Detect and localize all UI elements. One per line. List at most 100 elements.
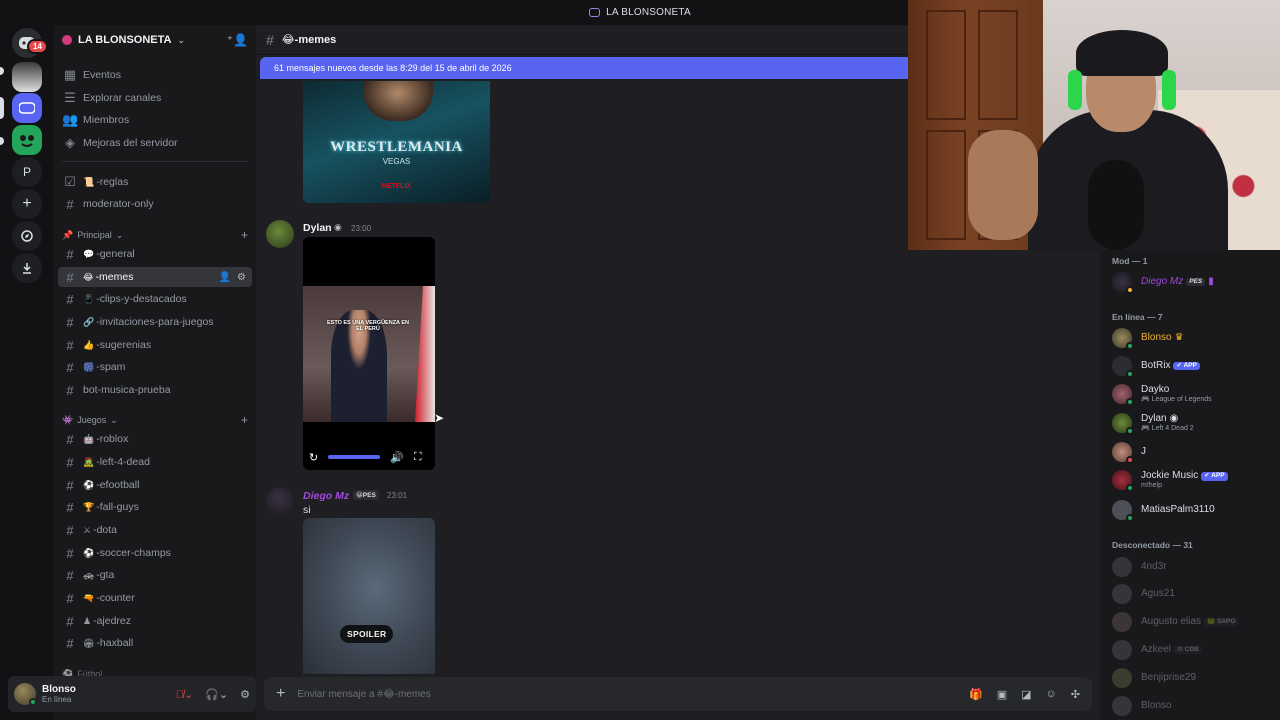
webcam-overlay	[908, 0, 1280, 250]
channel-sugerenias[interactable]: # 👍 -sugerenias	[58, 335, 252, 355]
spoiler-label[interactable]: SPOILER	[340, 625, 394, 643]
member-item[interactable]: 4nd3r	[1112, 554, 1276, 580]
member-item[interactable]: Jockie Music ✔ APP m!help	[1112, 467, 1276, 493]
invite-icon[interactable]: ⁺👤	[227, 33, 248, 47]
gamepad-icon: 👾	[62, 414, 74, 425]
hash-icon: #	[66, 269, 74, 285]
server-rail: 14 P +	[0, 25, 54, 720]
hash-icon: #	[66, 382, 74, 398]
image-logo-sub: VEGAS	[382, 157, 411, 166]
avatar	[1112, 584, 1132, 604]
channel-fall-guys[interactable]: # 🏆 -fall-guys	[58, 497, 252, 517]
member-item[interactable]: J	[1112, 439, 1276, 465]
add-attachment-icon[interactable]: +	[276, 685, 285, 703]
download-icon[interactable]	[12, 253, 42, 283]
channel-general[interactable]: # 💬 -general	[58, 244, 252, 264]
compass-icon	[21, 230, 33, 242]
channel-moderator-only[interactable]: # moderator-only	[58, 194, 252, 214]
image-brand: NETFLIX	[381, 183, 412, 190]
avatar[interactable]	[266, 487, 294, 515]
category-juegos[interactable]: 👾 Juegos ⌄ +	[62, 413, 252, 427]
progress-bar[interactable]	[328, 455, 381, 459]
member-item[interactable]: Blonso	[1112, 693, 1276, 719]
add-channel-icon[interactable]: +	[241, 228, 248, 242]
nav-server-boosts[interactable]: ◈ Mejoras del servidor	[58, 133, 252, 153]
server-icon-p[interactable]: P	[12, 157, 42, 187]
replay-icon[interactable]: ↻	[309, 451, 318, 464]
channel-efootball[interactable]: # ⚽ -efootball	[58, 475, 252, 495]
image-logo: WRESTLEMANIA	[330, 139, 463, 155]
category-principal[interactable]: 📌 Principal ⌄ +	[62, 228, 252, 242]
channel-roblox[interactable]: # 🤖 -roblox	[58, 429, 252, 449]
headphones-icon[interactable]: 🎧⌄	[205, 688, 228, 701]
nav-members[interactable]: 👥 Miembros	[58, 110, 252, 130]
hash-icon: #	[66, 590, 74, 606]
message-author[interactable]: Diego Mz	[303, 490, 349, 502]
server-icon-blonsoneta[interactable]	[12, 93, 42, 123]
nav-events[interactable]: ▦ Eventos	[58, 65, 252, 85]
sticker-icon[interactable]: ◪	[1021, 688, 1031, 701]
member-item[interactable]: Benjiprise29	[1112, 665, 1276, 691]
channel-left-4-dead[interactable]: # 🧟 -left-4-dead	[58, 452, 252, 472]
channel-clips-y-destacados[interactable]: # 📱 -clips-y-destacados	[58, 289, 252, 309]
boost-icon	[62, 35, 72, 45]
avatar[interactable]	[266, 220, 294, 248]
member-item[interactable]: Blonso ♛	[1112, 325, 1276, 351]
headset-shape	[1068, 70, 1082, 110]
member-item[interactable]: Dylan ◉ 🎮 Left 4 Dead 2	[1112, 410, 1276, 436]
member-item[interactable]: Azkeel ⚙ CDB	[1112, 637, 1276, 663]
member-item[interactable]: BotRix ✔ APP	[1112, 353, 1276, 379]
channel-haxball[interactable]: # 🏟 -haxball	[58, 633, 252, 653]
calendar-icon: ▦	[63, 67, 77, 82]
member-item[interactable]: Dayko 🎮 League of Legends	[1112, 381, 1276, 407]
channel-ajedrez[interactable]: # ♟ -ajedrez	[58, 611, 252, 631]
channel-counter[interactable]: # 🔫 -counter	[58, 588, 252, 608]
hash-icon: #	[66, 431, 74, 447]
member-item[interactable]: MatiasPalm3110	[1112, 497, 1276, 523]
channel-reglas[interactable]: ☑ 📜 -reglas	[58, 172, 252, 192]
nav-browse-channels[interactable]: ☰ Explorar canales	[58, 88, 252, 108]
hash-icon: #	[66, 567, 74, 583]
gear-icon[interactable]: ⚙	[240, 688, 250, 701]
add-server-icon[interactable]: +	[12, 189, 42, 219]
add-channel-icon[interactable]: +	[241, 413, 248, 427]
gift-icon[interactable]: 🎁	[969, 688, 983, 701]
avatar[interactable]	[14, 683, 37, 706]
new-messages-banner[interactable]: 61 mensajes nuevos desde las 8:29 del 15…	[260, 57, 912, 79]
message-author[interactable]: Dylan	[303, 222, 332, 234]
invite-icon[interactable]: 👤	[219, 272, 231, 283]
server-name: LA BLONSONETA	[78, 34, 172, 46]
member-item[interactable]: Augusto elias 🐸 SAPO	[1112, 609, 1276, 635]
avatar	[1112, 470, 1134, 492]
member-item[interactable]: Agus21	[1112, 581, 1276, 607]
member-item[interactable]: Diego Mz PES ▮	[1112, 269, 1276, 295]
mic-muted-icon[interactable]: 🎙̸⌄	[176, 688, 193, 701]
channel-dota[interactable]: # ⚔ -dota	[58, 520, 252, 540]
spoiler-attachment[interactable]: SPOILER	[303, 518, 435, 674]
message-composer: + Enviar mensaje a #😂-memes 🎁 ▣ ◪ ☺ ✣	[264, 677, 1092, 711]
volume-icon[interactable]: 🔊	[390, 451, 404, 464]
fullscreen-icon[interactable]: ⛶	[414, 451, 422, 464]
channel-memes[interactable]: # 😂 -memes 👤 ⚙	[58, 267, 252, 287]
channel-gta[interactable]: # 🚓 -gta	[58, 565, 252, 585]
server-header[interactable]: LA BLONSONETA ⌄ ⁺👤	[54, 25, 256, 55]
message-input[interactable]: Enviar mensaje a #😂-memes	[297, 689, 430, 700]
hash-icon: #	[66, 291, 74, 307]
apps-icon[interactable]: ✣	[1071, 688, 1080, 701]
server-icon-1[interactable]	[12, 62, 42, 92]
video-attachment[interactable]: ESTO ES UNA VERGÜENZA EN EL PERÚ ↻ 🔊 ⛶	[303, 237, 435, 470]
channel-invitaciones-para-juegos[interactable]: # 🔗 -invitaciones-para-juegos	[58, 312, 252, 332]
emoji-icon[interactable]: ☺	[1046, 688, 1057, 701]
hash-icon: #	[66, 499, 74, 515]
gear-icon[interactable]: ⚙	[237, 272, 246, 283]
server-icon-green[interactable]	[12, 125, 42, 155]
channel-soccer-champs[interactable]: # ⚽ -soccer-champs	[58, 543, 252, 563]
channel-spam[interactable]: # 🎆 -spam	[58, 357, 252, 377]
image-attachment[interactable]: WRESTLEMANIA VEGAS NETFLIX	[303, 81, 490, 203]
online-status-icon	[29, 698, 37, 706]
channel-bot-musica-prueba[interactable]: # bot-musica-prueba	[58, 380, 252, 400]
gif-icon[interactable]: ▣	[997, 688, 1007, 701]
explore-icon[interactable]	[12, 221, 42, 251]
avatar	[1112, 356, 1134, 378]
avatar	[1112, 668, 1132, 688]
